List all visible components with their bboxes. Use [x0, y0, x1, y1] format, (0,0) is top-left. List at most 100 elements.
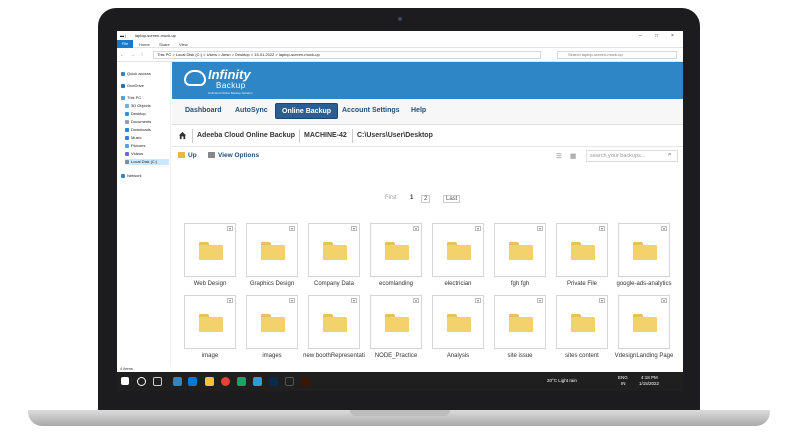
file-name[interactable]: sites content	[551, 353, 613, 360]
pager-page-2[interactable]: 2	[421, 195, 431, 203]
nav-network[interactable]: Network	[121, 173, 142, 179]
folder-card[interactable]: ▾	[184, 295, 236, 349]
file-name[interactable]: ecomlanding	[365, 281, 427, 288]
card-menu-icon[interactable]: ▾	[413, 226, 419, 231]
file-name[interactable]: images	[241, 353, 303, 360]
file-name[interactable]: NODE_Practice	[365, 353, 427, 360]
card-menu-icon[interactable]: ▾	[289, 226, 295, 231]
folder-card[interactable]: ▾	[370, 295, 422, 349]
app-icon[interactable]	[237, 377, 246, 386]
card-menu-icon[interactable]: ▾	[661, 298, 667, 303]
grid-view-icon[interactable]: ▦	[570, 152, 576, 160]
file-explorer-icon[interactable]	[205, 377, 214, 386]
tab-view[interactable]: View	[179, 42, 188, 47]
tab-file[interactable]: File	[117, 40, 133, 48]
card-menu-icon[interactable]: ▾	[537, 226, 543, 231]
minimize-button[interactable]: –	[639, 33, 642, 39]
nav-pictures[interactable]: Pictures	[125, 143, 145, 149]
nav-onedrive[interactable]: OneDrive	[121, 83, 144, 89]
folder-card[interactable]: ▾	[618, 295, 670, 349]
menu-dashboard[interactable]: Dashboard	[185, 107, 222, 114]
nav-quick-access[interactable]: Quick access	[121, 71, 151, 77]
skype-icon[interactable]	[253, 377, 262, 386]
search-icon[interactable]: ⌕	[668, 151, 672, 159]
menu-autosync[interactable]: AutoSync	[235, 107, 268, 114]
folder-card[interactable]: ▾	[184, 223, 236, 277]
crumb-machine[interactable]: MACHINE-42	[304, 132, 347, 139]
menu-help[interactable]: Help	[411, 107, 426, 114]
weather-status[interactable]: 20°C Light rain	[547, 378, 577, 383]
card-menu-icon[interactable]: ▾	[351, 226, 357, 231]
clock-time[interactable]: 4:18 PM	[641, 375, 658, 380]
file-name[interactable]: Private File	[551, 281, 613, 288]
edge-icon[interactable]	[188, 377, 197, 386]
nav-downloads[interactable]: Downloads	[125, 127, 151, 133]
chrome-icon[interactable]	[221, 377, 230, 386]
nav-local-disk[interactable]: Local Disk (C:)	[125, 159, 169, 165]
folder-card[interactable]: ▾	[432, 223, 484, 277]
windows-start-icon[interactable]	[121, 377, 129, 385]
file-name[interactable]: Web Design	[179, 281, 241, 288]
view-options-button[interactable]: View Options	[208, 152, 259, 159]
card-menu-icon[interactable]: ▾	[475, 298, 481, 303]
nav-videos[interactable]: Videos	[125, 151, 143, 157]
card-menu-icon[interactable]: ▾	[661, 226, 667, 231]
close-button[interactable]: ×	[671, 33, 674, 39]
pager-last[interactable]: Last	[443, 195, 461, 203]
file-name[interactable]: Analysis	[427, 353, 489, 360]
backup-search-input[interactable]: search your backups...	[586, 150, 678, 162]
folder-card[interactable]: ▾	[246, 223, 298, 277]
file-name[interactable]: google-ads-analytics	[613, 281, 675, 288]
app-icon-2[interactable]	[285, 377, 294, 386]
menu-online-backup[interactable]: Online Backup	[275, 103, 339, 119]
pager-first[interactable]: First	[385, 195, 397, 201]
folder-card[interactable]: ▾	[308, 223, 360, 277]
folder-card[interactable]: ▾	[308, 295, 360, 349]
infinity-backup-app-icon[interactable]	[173, 377, 182, 386]
nav-documents[interactable]: Documents	[125, 119, 151, 125]
file-name[interactable]: Graphics Design	[241, 281, 303, 288]
card-menu-icon[interactable]: ▾	[227, 226, 233, 231]
file-name[interactable]: Company Data	[303, 281, 365, 288]
card-menu-icon[interactable]: ▾	[289, 298, 295, 303]
list-view-icon[interactable]: ☰	[556, 152, 562, 160]
maximize-button[interactable]: □	[655, 33, 658, 39]
file-name[interactable]: VdesignLanding Page	[613, 353, 675, 360]
folder-card[interactable]: ▾	[494, 295, 546, 349]
search-icon[interactable]	[137, 377, 146, 386]
card-menu-icon[interactable]: ▾	[599, 298, 605, 303]
folder-card[interactable]: ▾	[556, 295, 608, 349]
task-view-icon[interactable]	[153, 377, 162, 386]
explorer-search-input[interactable]: Search laptop-screen-mock-up	[557, 51, 677, 59]
pager-page-1[interactable]: 1	[410, 195, 413, 201]
nav-arrows-icon[interactable]: ← → ↑	[120, 52, 145, 58]
card-menu-icon[interactable]: ▾	[227, 298, 233, 303]
photoshop-icon[interactable]	[269, 377, 278, 386]
nav-desktop[interactable]: Desktop	[125, 111, 146, 117]
illustrator-icon[interactable]	[301, 377, 310, 386]
folder-card[interactable]: ▾	[432, 295, 484, 349]
crumb-path[interactable]: C:\Users\User\Desktop	[357, 132, 433, 139]
folder-card[interactable]: ▾	[494, 223, 546, 277]
folder-card[interactable]: ▾	[618, 223, 670, 277]
menu-account-settings[interactable]: Account Settings	[342, 107, 400, 114]
file-name[interactable]: fgh fgh	[489, 281, 551, 288]
tab-share[interactable]: Share	[159, 42, 170, 47]
tab-home[interactable]: Home	[139, 42, 150, 47]
folder-card[interactable]: ▾	[556, 223, 608, 277]
card-menu-icon[interactable]: ▾	[599, 226, 605, 231]
nav-3d-objects[interactable]: 3D Objects	[125, 103, 151, 109]
file-name[interactable]: electrician	[427, 281, 489, 288]
home-icon[interactable]	[178, 131, 187, 140]
nav-music[interactable]: Music	[125, 135, 141, 141]
card-menu-icon[interactable]: ▾	[413, 298, 419, 303]
file-name[interactable]: site issue	[489, 353, 551, 360]
card-menu-icon[interactable]: ▾	[475, 226, 481, 231]
file-name[interactable]: new boothRepresentati	[303, 353, 365, 360]
nav-this-pc[interactable]: This PC	[121, 95, 141, 101]
up-button[interactable]: Up	[178, 152, 197, 159]
folder-card[interactable]: ▾	[370, 223, 422, 277]
crumb-account[interactable]: Adeeba Cloud Online Backup	[197, 132, 295, 139]
card-menu-icon[interactable]: ▾	[537, 298, 543, 303]
language-indicator[interactable]: ENG	[618, 375, 628, 380]
